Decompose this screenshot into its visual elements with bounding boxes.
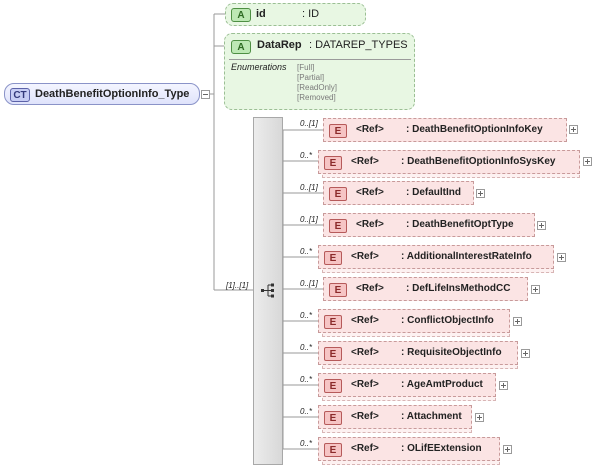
- element-badge: E: [324, 347, 342, 361]
- attribute-id[interactable]: A id : ID: [225, 3, 366, 26]
- sequence-cardinality: [1]..[1]: [226, 281, 249, 290]
- element-ref: <Ref>: [356, 124, 384, 135]
- attribute-type: : DATAREP_TYPES: [309, 39, 408, 51]
- expand-toggle-icon[interactable]: [476, 189, 485, 198]
- attribute-name: DataRep: [257, 39, 302, 51]
- element-name: : DeathBenefitOptType: [406, 219, 514, 230]
- element-badge: E: [324, 315, 342, 329]
- element-badge: E: [329, 219, 347, 233]
- attribute-datarep[interactable]: A DataRep : DATAREP_TYPES Enumerations […: [224, 33, 415, 110]
- enumeration-divider: [229, 59, 411, 60]
- expand-toggle-icon[interactable]: [569, 125, 578, 134]
- element-ref: <Ref>: [351, 251, 379, 262]
- enumeration-value: [Full]: [297, 63, 315, 72]
- element-name: : RequisiteObjectInfo: [401, 347, 502, 358]
- element-ageamtproduct[interactable]: E <Ref> : AgeAmtProduct: [318, 373, 496, 397]
- complex-type-name: DeathBenefitOptionInfo_Type: [35, 88, 190, 100]
- element-defaultind[interactable]: E <Ref> : DefaultInd: [323, 181, 474, 205]
- element-name: : AdditionalInterestRateInfo: [401, 251, 532, 262]
- element-ref: <Ref>: [351, 315, 379, 326]
- element-deathbenefitopttype[interactable]: E <Ref> : DeathBenefitOptType: [323, 213, 535, 237]
- element-badge: E: [324, 251, 342, 265]
- element-badge: E: [324, 411, 342, 425]
- element-name: : DefaultInd: [406, 187, 461, 198]
- expand-toggle-icon[interactable]: [537, 221, 546, 230]
- element-attachment[interactable]: E <Ref> : Attachment: [318, 405, 472, 429]
- expand-toggle-icon[interactable]: [499, 381, 508, 390]
- element-cardinality: 0..[1]: [300, 279, 318, 288]
- expand-toggle-icon[interactable]: [513, 317, 522, 326]
- element-name: : DeathBenefitOptionInfoKey: [406, 124, 543, 135]
- attribute-badge: A: [231, 8, 251, 22]
- enumeration-value: [Partial]: [297, 73, 325, 82]
- expand-toggle-icon[interactable]: [503, 445, 512, 454]
- expand-toggle-icon[interactable]: [475, 413, 484, 422]
- element-badge: E: [324, 156, 342, 170]
- element-additionalinterestrateinfo[interactable]: E <Ref> : AdditionalInterestRateInfo: [318, 245, 554, 269]
- element-ref: <Ref>: [351, 443, 379, 454]
- element-badge: E: [324, 379, 342, 393]
- enumeration-value: [ReadOnly]: [297, 83, 338, 92]
- element-badge: E: [329, 187, 347, 201]
- attribute-name: id: [256, 8, 266, 20]
- collapse-toggle-icon[interactable]: [201, 90, 210, 99]
- element-deflifeinsmethodcc[interactable]: E <Ref> : DefLifeInsMethodCC: [323, 277, 528, 301]
- enumerations-label: Enumerations: [231, 62, 287, 72]
- element-ref: <Ref>: [356, 283, 384, 294]
- element-cardinality: 0..[1]: [300, 183, 318, 192]
- element-ref: <Ref>: [351, 379, 379, 390]
- complex-type-badge: CT: [10, 88, 30, 102]
- element-badge: E: [329, 124, 347, 138]
- expand-toggle-icon[interactable]: [583, 157, 592, 166]
- element-name: : AgeAmtProduct: [401, 379, 483, 390]
- element-ref: <Ref>: [351, 347, 379, 358]
- element-cardinality: 0..[1]: [300, 215, 318, 224]
- element-cardinality: 0..*: [300, 439, 313, 448]
- enumeration-value: [Removed]: [297, 93, 336, 102]
- sequence-icon: [261, 283, 274, 298]
- element-olifeextension[interactable]: E <Ref> : OLifEExtension: [318, 437, 500, 461]
- element-deathbenefitoptioninfosyskey[interactable]: E <Ref> : DeathBenefitOptionInfoSysKey: [318, 150, 580, 174]
- element-name: : DeathBenefitOptionInfoSysKey: [401, 156, 556, 167]
- sequence-compositor[interactable]: [253, 117, 283, 465]
- element-name: : Attachment: [401, 411, 462, 422]
- complex-type-node[interactable]: CT DeathBenefitOptionInfo_Type: [4, 83, 200, 105]
- element-ref: <Ref>: [351, 411, 379, 422]
- element-conflictobjectinfo[interactable]: E <Ref> : ConflictObjectInfo: [318, 309, 510, 333]
- element-name: : OLifEExtension: [401, 443, 482, 454]
- element-cardinality: 0..*: [300, 311, 313, 320]
- attribute-type: : ID: [302, 8, 320, 20]
- element-cardinality: 0..*: [300, 343, 313, 352]
- element-ref: <Ref>: [356, 187, 384, 198]
- element-ref: <Ref>: [356, 219, 384, 230]
- element-cardinality: 0..*: [300, 151, 313, 160]
- expand-toggle-icon[interactable]: [521, 349, 530, 358]
- expand-toggle-icon[interactable]: [531, 285, 540, 294]
- expand-toggle-icon[interactable]: [557, 253, 566, 262]
- element-cardinality: 0..*: [300, 375, 313, 384]
- element-ref: <Ref>: [351, 156, 379, 167]
- element-requisiteobjectinfo[interactable]: E <Ref> : RequisiteObjectInfo: [318, 341, 518, 365]
- element-deathbenefitoptioninfokey[interactable]: E <Ref> : DeathBenefitOptionInfoKey: [323, 118, 567, 142]
- element-name: : ConflictObjectInfo: [401, 315, 494, 326]
- element-name: : DefLifeInsMethodCC: [406, 283, 511, 294]
- element-cardinality: 0..*: [300, 407, 313, 416]
- element-cardinality: 0..*: [300, 247, 313, 256]
- element-badge: E: [324, 443, 342, 457]
- attribute-badge: A: [231, 40, 251, 54]
- element-cardinality: 0..[1]: [300, 119, 318, 128]
- element-badge: E: [329, 283, 347, 297]
